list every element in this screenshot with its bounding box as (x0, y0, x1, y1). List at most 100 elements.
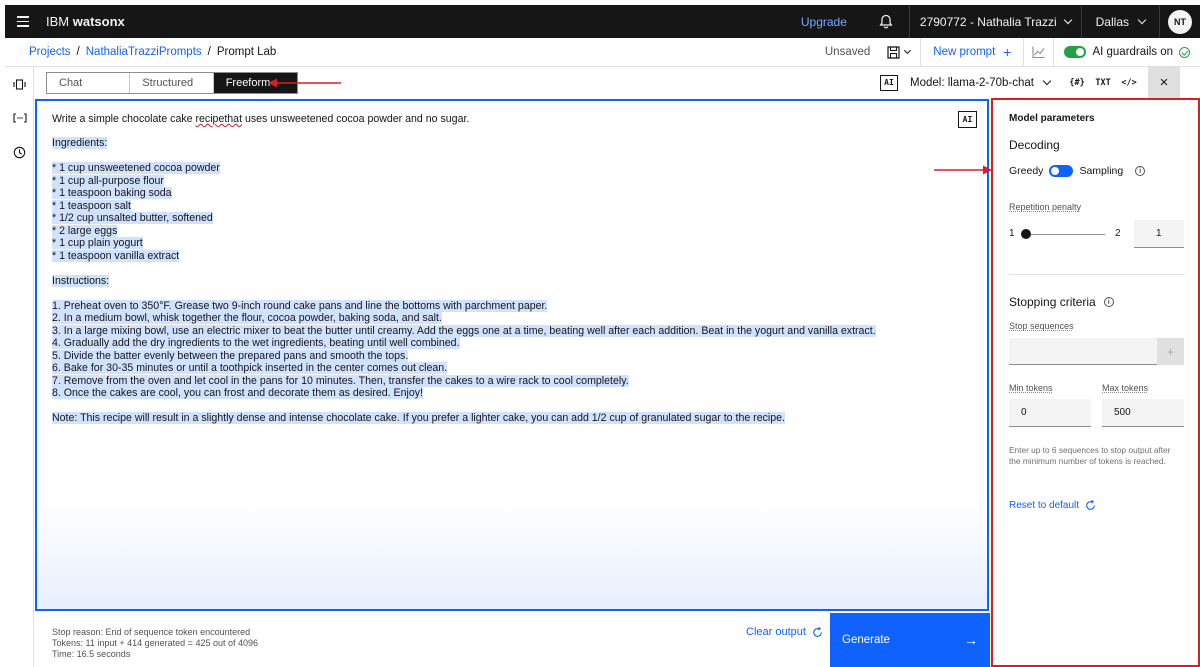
stopping-criteria-label: Stopping criteria (1009, 295, 1096, 309)
reset-label: Reset to default (1009, 500, 1080, 511)
repetition-penalty-label: Repetition penalty (1009, 202, 1082, 212)
output-line: * 1 teaspoon salt (52, 199, 876, 213)
info-icon[interactable]: i (1103, 297, 1114, 307)
brand-name: watsonx (72, 14, 125, 29)
model-label: Model: llama-2-70b-chat (910, 76, 1035, 89)
min-tokens-label: Min tokens (1009, 383, 1053, 393)
decoding-toggle[interactable] (1049, 165, 1074, 177)
code-view-icon[interactable]: </> (1116, 67, 1142, 98)
prompt-input-text[interactable]: Write a simple chocolate cake recipethat… (52, 113, 469, 126)
info-icon[interactable]: i (1135, 166, 1146, 176)
generate-button[interactable]: Generate → (830, 613, 990, 667)
output-line-text: 1. Preheat oven to 350°F. Grease two 9-i… (52, 299, 548, 312)
output-line: 4. Gradually add the dry ingredients to … (52, 337, 876, 350)
breadcrumb-current: Prompt Lab (216, 46, 277, 58)
tab-structured[interactable]: Structured (130, 73, 214, 93)
ai-guardrails-toggle[interactable]: AI guardrails on (1054, 46, 1200, 58)
account-switcher[interactable]: 2790772 - Nathalia Trazzi (908, 5, 1082, 38)
output-line-text: 6. Bake for 30-35 minutes or until a too… (52, 362, 448, 374)
new-prompt-label: New prompt (933, 46, 996, 58)
guardrails-label: AI guardrails on (1092, 46, 1173, 58)
region-label: Dallas (1095, 14, 1129, 29)
output-line: Instructions: (52, 274, 876, 288)
breadcrumb-project[interactable]: NathaliaTrazziPrompts (86, 46, 202, 58)
output-line-text: * 1 teaspoon vanilla extract (52, 249, 180, 262)
prompt-lab-icon[interactable] (5, 67, 34, 101)
output-line-text: Note: This recipe will result in a sligh… (52, 412, 785, 424)
variables-icon[interactable] (5, 101, 34, 135)
divider (1009, 274, 1185, 275)
output-line-text: 4. Gradually add the dry ingredients to … (52, 337, 460, 349)
output-line: 2. In a medium bowl, whisk together the … (52, 312, 876, 325)
output-line: * 2 large eggs (52, 224, 876, 238)
slider-max-label: 2 (1115, 228, 1121, 239)
upgrade-link[interactable]: Upgrade (801, 15, 847, 29)
chart-icon[interactable] (1024, 37, 1055, 67)
chevron-down-icon (1063, 15, 1072, 25)
max-tokens-input[interactable]: 500 (1102, 399, 1184, 427)
output-line-text: 5. Divide the batter evenly between the … (52, 349, 409, 362)
ai-badge-icon: AI (880, 74, 898, 91)
model-selector[interactable]: Model: llama-2-70b-chat (910, 76, 1052, 89)
mode-tabs: Chat Structured Freeform (46, 72, 298, 94)
history-clock-icon[interactable] (5, 135, 34, 169)
generate-label: Generate (842, 634, 890, 646)
clear-output-button[interactable]: Clear output (746, 626, 823, 638)
brand-logo[interactable]: IBM watsonx (46, 14, 125, 29)
output-line: 7. Remove from the oven and let cool in … (52, 374, 876, 388)
decoding-heading: Decoding (1009, 138, 1060, 152)
stop-sequence-input[interactable] (1009, 338, 1157, 365)
decoding-toggle-row: Greedy Sampling i (1009, 165, 1146, 177)
region-switcher[interactable]: Dallas (1082, 5, 1160, 38)
close-panel-button[interactable]: × (1148, 67, 1181, 98)
checkmark-circle-icon (1179, 46, 1190, 58)
stop-reason: Stop reason: End of sequence token encou… (52, 627, 251, 637)
notifications-bell-icon[interactable] (871, 5, 901, 38)
output-line: * 1 teaspoon baking soda (52, 187, 876, 200)
breadcrumb-projects[interactable]: Projects (29, 46, 71, 58)
prompt-text-start: Write a simple chocolate cake (52, 113, 196, 125)
close-icon: × (1159, 74, 1169, 91)
output-line: * 1 cup plain yogurt (52, 237, 876, 250)
breadcrumb-bar: Projects / NathaliaTrazziPrompts / Promp… (5, 37, 1200, 67)
user-avatar[interactable]: NT (1168, 9, 1192, 34)
new-prompt-button[interactable]: New prompt + (920, 37, 1025, 67)
output-line-text: * 1 cup unsweetened cocoa powder (52, 162, 220, 174)
plus-icon: + (1003, 44, 1012, 60)
reset-to-default-button[interactable]: Reset to default (1009, 500, 1096, 511)
save-icon[interactable] (884, 38, 912, 67)
output-line-text: 8. Once the cakes are cool, you can fros… (52, 387, 423, 399)
top-navigation-bar: IBM watsonx Upgrade 2790772 - Nathalia T… (5, 5, 1200, 38)
tab-chat[interactable]: Chat (47, 73, 131, 93)
output-line: 8. Once the cakes are cool, you can fros… (52, 387, 876, 400)
model-parameters-panel: Model parameters Decoding Greedy Samplin… (991, 98, 1200, 667)
prompt-variables-icon[interactable]: {#} (1064, 67, 1090, 98)
output-line: Note: This recipe will result in a sligh… (52, 412, 876, 425)
output-line: * 1 cup all-purpose flour (52, 174, 876, 188)
clear-output-label: Clear output (746, 626, 806, 638)
stop-sequence-hint: Enter up to 6 sequences to stop output a… (1009, 445, 1171, 466)
add-stop-sequence-button[interactable]: + (1157, 338, 1184, 365)
breadcrumb-separator: / (76, 46, 80, 58)
account-label: 2790772 - Nathalia Trazzi (919, 14, 1057, 29)
chevron-down-icon (903, 46, 911, 55)
slider-track[interactable] (1025, 234, 1105, 235)
chevron-down-icon (1042, 76, 1052, 86)
greedy-label: Greedy (1009, 165, 1044, 177)
save-status: Unsaved (824, 46, 871, 58)
prompt-editor[interactable]: AI Write a simple chocolate cake recipet… (35, 99, 989, 611)
min-tokens-input[interactable]: 0 (1009, 399, 1091, 427)
guardrails-switch[interactable] (1064, 46, 1087, 58)
output-line: 3. In a large mixing bowl, use an electr… (52, 324, 876, 338)
token-count: Tokens: 11 input + 414 generated = 425 o… (52, 638, 258, 648)
slider-handle[interactable] (1021, 229, 1031, 239)
txt-view-icon[interactable]: TXT (1090, 67, 1116, 98)
menu-icon[interactable] (10, 5, 36, 38)
generation-stats: Stop reason: End of sequence token encou… (52, 627, 258, 660)
reset-icon (813, 626, 822, 637)
arrow-right-icon: → (964, 632, 978, 648)
output-line-text: * 1 teaspoon baking soda (52, 187, 172, 199)
repetition-penalty-input[interactable]: 1 (1134, 220, 1184, 248)
